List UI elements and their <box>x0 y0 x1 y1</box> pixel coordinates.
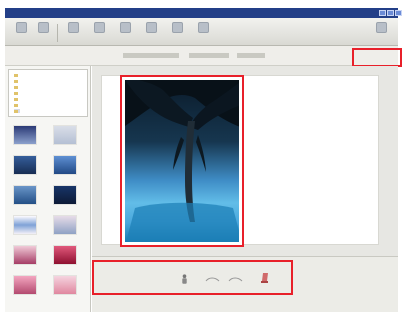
thumbnail-image <box>13 275 37 295</box>
secondary-toolbar <box>5 46 398 66</box>
tree-item[interactable] <box>14 103 20 107</box>
settings-icon <box>375 22 387 33</box>
thumbnail-image <box>13 245 37 265</box>
tool-icon-3[interactable] <box>228 276 243 287</box>
thumbnail[interactable] <box>53 275 77 301</box>
top-right-highlight-box[interactable] <box>352 48 402 67</box>
thumbnail-image <box>53 125 77 145</box>
back-icon <box>15 22 27 33</box>
thumbnail-image <box>53 245 77 265</box>
folder-icon <box>14 73 18 77</box>
subbar-control-3[interactable] <box>237 53 265 58</box>
tree-item[interactable] <box>14 85 20 89</box>
thumbnail[interactable] <box>53 155 77 181</box>
bottom-highlight-box[interactable] <box>92 260 293 295</box>
share-button[interactable] <box>193 22 213 44</box>
photo-editor-window <box>0 0 403 319</box>
thumbnail[interactable] <box>13 155 37 181</box>
thumbnail[interactable] <box>13 215 37 241</box>
folder-button[interactable] <box>63 22 83 44</box>
maximize-icon[interactable] <box>387 10 394 16</box>
share-icon <box>197 22 209 33</box>
forward-button[interactable] <box>33 22 53 44</box>
main-toolbar <box>5 18 398 46</box>
folder-icon <box>14 79 18 83</box>
folder-icon <box>14 109 18 113</box>
tool-icon-2[interactable] <box>205 276 220 287</box>
minimize-icon[interactable] <box>379 10 386 16</box>
tree-item[interactable] <box>14 73 20 77</box>
thumbnail-image <box>53 155 77 175</box>
thumbnail[interactable] <box>53 125 77 151</box>
folder-icon <box>14 91 18 95</box>
settings-button[interactable] <box>371 22 391 44</box>
person-icon[interactable] <box>180 274 189 285</box>
thumbnail-image <box>13 185 37 205</box>
selected-image-highlight[interactable] <box>120 75 244 247</box>
edit-button[interactable] <box>167 22 187 44</box>
thumbnail[interactable] <box>53 185 77 211</box>
back-button[interactable] <box>11 22 31 44</box>
thumbnail[interactable] <box>53 215 77 241</box>
thumbnail[interactable] <box>13 275 37 301</box>
thumbnail-image <box>53 215 77 235</box>
folder-icon <box>14 85 18 89</box>
folder-icon <box>67 22 79 33</box>
folder-tree[interactable] <box>8 69 88 117</box>
thumbnail[interactable] <box>13 245 37 271</box>
thumbnail[interactable] <box>53 245 77 271</box>
thumbnail-image <box>13 155 37 175</box>
view-icon <box>93 22 105 33</box>
tree-item[interactable] <box>14 79 20 83</box>
thumbnail-image <box>53 275 77 295</box>
eraser-icon[interactable] <box>260 272 269 283</box>
toolbar-separator <box>57 24 58 42</box>
tree-item-selected[interactable] <box>14 109 20 113</box>
rotate-icon <box>119 22 131 33</box>
thumbnail[interactable] <box>13 125 37 151</box>
print-icon <box>145 22 157 33</box>
subbar-control-1[interactable] <box>123 53 179 58</box>
thumbnail[interactable] <box>13 185 37 211</box>
thumbnail-image <box>13 215 37 235</box>
palm-illustration <box>125 80 239 242</box>
forward-icon <box>37 22 49 33</box>
folder-icon <box>14 97 18 101</box>
palm-photo <box>125 80 239 242</box>
edit-icon <box>171 22 183 33</box>
tree-item[interactable] <box>14 97 20 101</box>
subbar-control-2[interactable] <box>189 53 229 58</box>
thumbnail-image <box>13 125 37 145</box>
close-icon[interactable] <box>395 10 402 16</box>
tree-item[interactable] <box>14 91 20 95</box>
thumbnail-image <box>53 185 77 205</box>
title-bar <box>5 8 402 18</box>
rotate-button[interactable] <box>115 22 135 44</box>
folder-icon <box>14 103 18 107</box>
view-button[interactable] <box>89 22 109 44</box>
print-button[interactable] <box>141 22 161 44</box>
left-sidebar <box>5 66 91 312</box>
